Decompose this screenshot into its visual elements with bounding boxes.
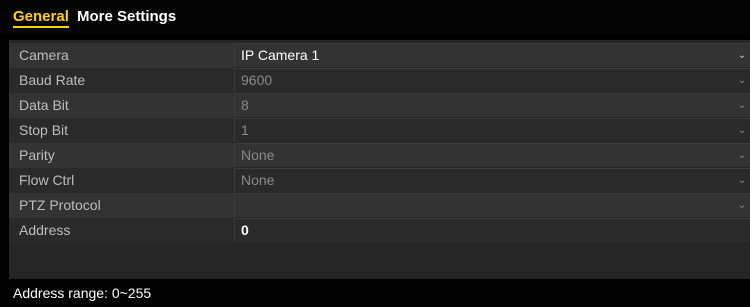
tab-bar: General More Settings [0, 0, 750, 34]
chevron-down-icon[interactable]: ⌄ [737, 194, 747, 217]
baud-rate-label: Baud Rate [9, 68, 234, 93]
ptz-protocol-select[interactable]: ⌄ [234, 193, 750, 217]
tab-more-settings[interactable]: More Settings [77, 8, 176, 26]
chevron-down-icon[interactable]: ⌄ [737, 144, 747, 167]
stop-bit-row: Stop Bit 1 ⌄ [9, 118, 750, 143]
chevron-down-icon[interactable]: ⌄ [737, 169, 747, 192]
address-range-hint: Address range: 0~255 [13, 285, 152, 301]
parity-select[interactable]: None ⌄ [234, 143, 750, 167]
ptz-protocol-label: PTZ Protocol [9, 193, 234, 218]
tab-general[interactable]: General [13, 8, 69, 28]
camera-value: IP Camera 1 [241, 47, 320, 63]
stop-bit-select[interactable]: 1 ⌄ [234, 118, 750, 142]
data-bit-value: 8 [241, 97, 249, 113]
flow-ctrl-label: Flow Ctrl [9, 168, 234, 193]
ptz-protocol-row: PTZ Protocol ⌄ [9, 193, 750, 218]
baud-rate-value: 9600 [241, 72, 273, 88]
settings-panel: Camera IP Camera 1 ⌄ Baud Rate 9600 ⌄ Da… [9, 40, 750, 279]
parity-value: None [241, 147, 275, 163]
flow-ctrl-select[interactable]: None ⌄ [234, 168, 750, 192]
address-row: Address 0 [9, 218, 750, 243]
parity-label: Parity [9, 143, 234, 168]
baud-rate-row: Baud Rate 9600 ⌄ [9, 68, 750, 93]
camera-row: Camera IP Camera 1 ⌄ [9, 43, 750, 68]
chevron-down-icon[interactable]: ⌄ [737, 119, 747, 142]
chevron-down-icon[interactable]: ⌄ [737, 94, 747, 117]
baud-rate-select[interactable]: 9600 ⌄ [234, 68, 750, 92]
parity-row: Parity None ⌄ [9, 143, 750, 168]
data-bit-select[interactable]: 8 ⌄ [234, 93, 750, 117]
data-bit-row: Data Bit 8 ⌄ [9, 93, 750, 118]
chevron-down-icon[interactable]: ⌄ [737, 44, 747, 67]
flow-ctrl-value: None [241, 172, 275, 188]
camera-label: Camera [9, 43, 234, 68]
data-bit-label: Data Bit [9, 93, 234, 118]
address-input[interactable]: 0 [234, 218, 750, 242]
camera-select[interactable]: IP Camera 1 ⌄ [234, 43, 750, 67]
address-value: 0 [241, 222, 249, 238]
flow-ctrl-row: Flow Ctrl None ⌄ [9, 168, 750, 193]
chevron-down-icon[interactable]: ⌄ [737, 69, 747, 92]
stop-bit-value: 1 [241, 122, 249, 138]
stop-bit-label: Stop Bit [9, 118, 234, 143]
address-label: Address [9, 218, 234, 243]
